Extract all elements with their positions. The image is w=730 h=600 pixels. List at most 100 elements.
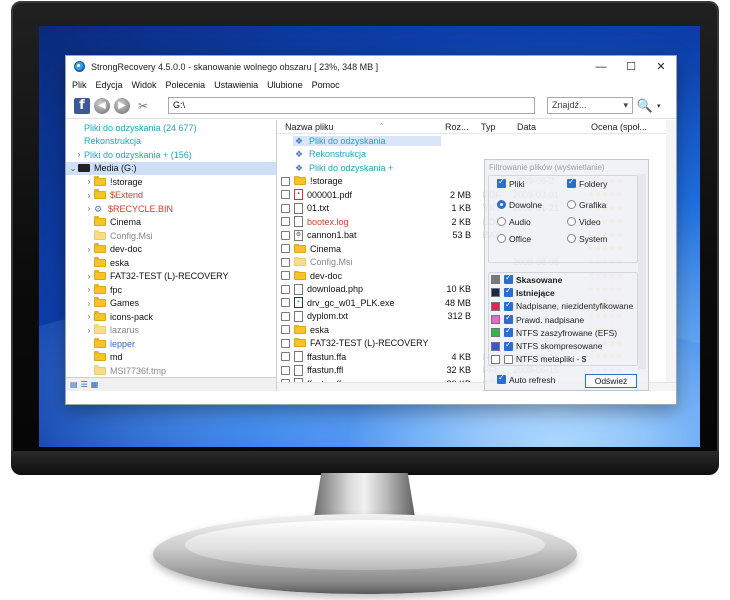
expand-chevron-icon[interactable]: ›: [84, 299, 94, 308]
tree-item[interactable]: › ⚙ $RECYCLE.BIN: [66, 202, 276, 216]
tree-item[interactable]: › FAT32-TEST (L)-RECOVERY: [66, 270, 276, 284]
expand-chevron-icon[interactable]: ›: [84, 204, 94, 213]
radio-system[interactable]: System: [555, 231, 607, 246]
expand-chevron-icon[interactable]: ›: [84, 312, 94, 321]
expand-chevron-icon[interactable]: ›: [84, 245, 94, 254]
tree-item[interactable]: › fpc: [66, 283, 276, 297]
view-tree-icon[interactable]: ▤: [70, 380, 78, 389]
forward-icon[interactable]: ▶: [114, 97, 130, 114]
row-checkbox[interactable]: [281, 352, 290, 362]
row-checkbox[interactable]: [281, 217, 290, 227]
expand-chevron-icon[interactable]: ›: [84, 272, 94, 281]
radio-grafika[interactable]: Grafika: [555, 197, 606, 212]
virtual-folder-row[interactable]: ❖ Pliki do odzyskania: [277, 134, 676, 148]
col-date[interactable]: Data: [513, 122, 587, 132]
filter-status-row[interactable]: Skasowane: [485, 273, 645, 286]
filter-status-row[interactable]: Istniejące: [485, 286, 645, 299]
expand-chevron-icon[interactable]: ›: [84, 177, 94, 186]
menu-ulubione[interactable]: Ulubione: [267, 80, 303, 90]
col-rating[interactable]: Ocena (społ...: [587, 122, 655, 132]
tree-item[interactable]: Rekonstrukcja: [66, 135, 276, 149]
tree-item[interactable]: Config.Msi: [66, 229, 276, 243]
status-checkbox[interactable]: [504, 354, 513, 364]
tree-item[interactable]: ⌄ Media (G:): [66, 161, 276, 175]
col-size[interactable]: Roz...: [441, 122, 477, 132]
row-checkbox[interactable]: [281, 325, 290, 335]
row-checkbox[interactable]: [281, 203, 290, 213]
status-checkbox[interactable]: [504, 286, 513, 298]
col-name[interactable]: Nazwa pliku ˆ: [277, 122, 441, 132]
close-button[interactable]: ✕: [646, 56, 676, 77]
filter-status-row[interactable]: Prawd. nadpisane: [485, 313, 645, 326]
filter-pliki-checkbox[interactable]: [497, 177, 506, 188]
filter-status-row[interactable]: NTFS zaszyfrowane (EFS): [485, 326, 645, 339]
radio-audio-dot[interactable]: [497, 217, 506, 226]
expand-chevron-icon[interactable]: ›: [74, 150, 84, 159]
tree-item[interactable]: Cinema: [66, 216, 276, 230]
radio-grafika-dot[interactable]: [567, 200, 576, 209]
filter-status-row[interactable]: Nadpisane, niezidentyfikowane: [485, 300, 645, 313]
back-icon[interactable]: ◀: [94, 97, 110, 114]
radio-video-dot[interactable]: [567, 217, 576, 226]
tools-icon[interactable]: ✂: [134, 98, 152, 114]
search-input[interactable]: Znajdź... ▾: [547, 97, 633, 114]
status-checkbox[interactable]: [504, 300, 513, 311]
row-checkbox[interactable]: [281, 284, 290, 294]
tree-item[interactable]: › icons-pack: [66, 310, 276, 324]
tree-item[interactable]: › Pliki do odzyskania + (156): [66, 148, 276, 162]
filter-pliki-row[interactable]: Pliki: [485, 176, 525, 191]
menu-ustawienia[interactable]: Ustawienia: [214, 80, 258, 90]
row-checkbox[interactable]: [281, 257, 290, 267]
tree-item[interactable]: › $Extend: [66, 189, 276, 203]
row-checkbox[interactable]: [281, 190, 290, 200]
menu-pomoc[interactable]: Pomoc: [312, 80, 340, 90]
view-grid-icon[interactable]: ▦: [91, 380, 99, 389]
row-checkbox[interactable]: [281, 298, 290, 308]
row-checkbox[interactable]: [281, 271, 290, 281]
minimize-button[interactable]: —: [586, 56, 616, 77]
tree-item[interactable]: › !storage: [66, 175, 276, 189]
radio-dowolne[interactable]: Dowolne: [485, 197, 542, 212]
tree-item[interactable]: › dev-doc: [66, 243, 276, 257]
menu-plik[interactable]: Plik: [72, 80, 87, 90]
list-vertical-scrollbar[interactable]: [666, 120, 676, 391]
refresh-button[interactable]: Odśwież: [585, 374, 637, 388]
tree-item[interactable]: lepper: [66, 337, 276, 351]
col-type[interactable]: Typ: [477, 122, 513, 132]
tree-item[interactable]: md: [66, 351, 276, 365]
radio-office[interactable]: Office: [485, 231, 531, 246]
tree-item[interactable]: eska: [66, 256, 276, 270]
row-checkbox[interactable]: [281, 176, 290, 186]
search-icon[interactable]: 🔍: [637, 98, 653, 114]
row-checkbox[interactable]: [281, 230, 290, 240]
radio-audio[interactable]: Audio: [485, 214, 531, 229]
tree-item[interactable]: Pliki do odzyskania (24 677): [66, 121, 276, 135]
filter-status-row[interactable]: NTFS metapliki - $: [485, 353, 645, 366]
auto-refresh-row[interactable]: Auto refresh: [485, 372, 555, 387]
filter-status-row[interactable]: NTFS skompresowane: [485, 339, 645, 352]
status-checkbox[interactable]: [504, 313, 513, 325]
row-checkbox[interactable]: [281, 365, 290, 375]
menu-edycja[interactable]: Edycja: [96, 80, 123, 90]
status-checkbox[interactable]: [504, 273, 513, 285]
row-checkbox[interactable]: [281, 338, 290, 348]
tree-item[interactable]: › lazarus: [66, 324, 276, 338]
filter-foldery-checkbox[interactable]: [567, 177, 576, 188]
menu-widok[interactable]: Widok: [132, 80, 157, 90]
radio-office-dot[interactable]: [497, 234, 506, 243]
expand-chevron-icon[interactable]: ›: [84, 326, 94, 335]
menu-polecenia[interactable]: Polecenia: [166, 80, 206, 90]
maximize-button[interactable]: ☐: [616, 56, 646, 77]
radio-dowolne-dot[interactable]: [497, 200, 506, 209]
tree-item[interactable]: MSI7736f.tmp: [66, 364, 276, 378]
view-list-icon[interactable]: ☰: [81, 380, 88, 389]
radio-video[interactable]: Video: [555, 214, 601, 229]
facebook-icon[interactable]: f: [74, 97, 90, 114]
search-options-icon[interactable]: ▾: [657, 102, 661, 110]
auto-refresh-checkbox[interactable]: [497, 373, 506, 384]
path-input[interactable]: G:\: [168, 97, 535, 114]
expand-chevron-icon[interactable]: ›: [84, 191, 94, 200]
status-checkbox[interactable]: [504, 326, 513, 338]
row-checkbox[interactable]: [281, 244, 290, 254]
search-dropdown-icon[interactable]: ▾: [623, 100, 628, 111]
